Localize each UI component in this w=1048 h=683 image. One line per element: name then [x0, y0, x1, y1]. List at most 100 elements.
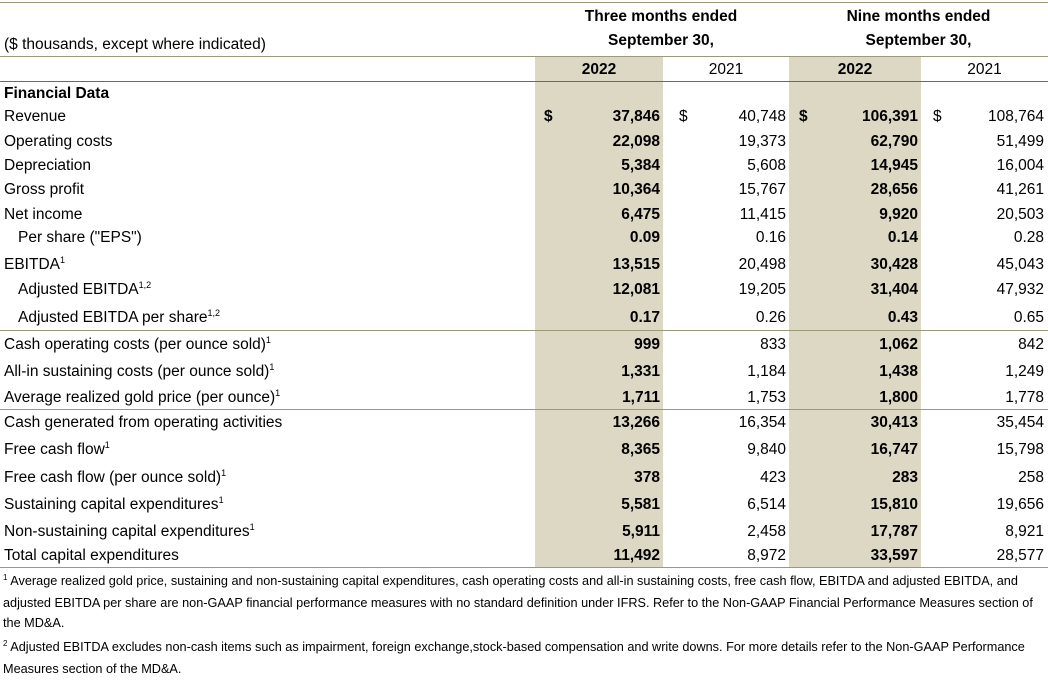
- table-cell: 8,921: [1005, 523, 1044, 540]
- row-label-text: Net income: [4, 206, 83, 223]
- row-label: Adjusted EBITDA per share1,2: [18, 308, 221, 328]
- row-label-text: Sustaining capital expenditures: [4, 496, 219, 513]
- table-cell: 12,081: [612, 281, 660, 298]
- row-label: Average realized gold price (per ounce)1: [4, 388, 280, 408]
- table-cell: 1,184: [747, 363, 786, 380]
- row-label: Cash operating costs (per ounce sold)1: [4, 335, 271, 355]
- table-cell: 999: [634, 336, 660, 353]
- table-cell: 17,787: [870, 523, 918, 540]
- row-label: All-in sustaining costs (per ounce sold)…: [4, 362, 275, 382]
- row-label-text: Cash operating costs (per ounce sold): [4, 336, 266, 353]
- table-cell: 10,364: [612, 181, 660, 198]
- footnote-ref: 1: [221, 468, 227, 478]
- footnote-ref: 1: [265, 335, 271, 345]
- financial-table: ($ thousands, except where indicated) Th…: [0, 0, 1048, 683]
- table-cell: 5,384: [621, 157, 660, 174]
- table-cell: 5,911: [622, 523, 660, 540]
- table-cell: 0.65: [1013, 309, 1044, 326]
- footnote-ref: 1: [104, 440, 110, 450]
- row-label-text: Free cash flow (per ounce sold): [4, 469, 222, 486]
- table-cell: 13,515: [612, 256, 660, 273]
- currency-symbol: $: [679, 108, 688, 125]
- footnote-ref: 1: [59, 255, 65, 265]
- row-label-text: Revenue: [4, 108, 67, 125]
- table-cell: 1,800: [879, 389, 918, 406]
- row-label-text: Non-sustaining capital expenditures: [4, 523, 250, 540]
- row-label: Revenue: [4, 108, 66, 126]
- table-cell: 37,846: [612, 108, 660, 125]
- table-cell: 6,475: [621, 206, 660, 223]
- rule-table-bottom: [0, 567, 1048, 568]
- table-cell: 33,597: [870, 547, 918, 564]
- table-cell: 45,043: [996, 256, 1044, 273]
- footnote-2: 2 Adjusted EBITDA excludes non-cash item…: [3, 637, 1043, 679]
- table-cell: 1,249: [1005, 363, 1044, 380]
- table-cell: 28,577: [996, 547, 1044, 564]
- row-label-text: Per share ("EPS"): [18, 229, 142, 246]
- row-label: Free cash flow1: [4, 440, 110, 460]
- table-cell: 13,266: [612, 414, 660, 431]
- table-cell: 9,920: [879, 206, 918, 223]
- table-cell: 22,098: [612, 133, 660, 150]
- footnote-ref: 1: [269, 362, 275, 372]
- row-label-text: Depreciation: [4, 157, 92, 174]
- row-label: Adjusted EBITDA1,2: [18, 280, 152, 300]
- footnote-ref: 1: [218, 495, 224, 505]
- currency-symbol: $: [933, 108, 942, 125]
- table-cell: 258: [1018, 469, 1044, 486]
- table-cell: 9,840: [747, 441, 786, 458]
- row-label-text: Free cash flow: [4, 441, 105, 458]
- footnote-text: Adjusted EBITDA excludes non-cash items …: [3, 640, 1025, 676]
- table-cell: 16,354: [738, 414, 786, 431]
- footnote-text: Average realized gold price, sustaining …: [3, 574, 1033, 630]
- table-cell: 842: [1018, 336, 1044, 353]
- table-cell: 14,945: [870, 157, 918, 174]
- footnote-marker: 2: [3, 639, 8, 648]
- row-label-text: Average realized gold price (per ounce): [4, 389, 276, 406]
- table-cell: 0.14: [887, 229, 918, 246]
- rule-header-years: [0, 81, 1048, 82]
- currency-symbol: $: [799, 108, 808, 125]
- table-cell: 19,656: [996, 496, 1044, 513]
- footnote-ref: 1,2: [207, 308, 221, 318]
- year-header-9m-2021: 2021: [967, 61, 1002, 78]
- row-label: Total capital expenditures: [4, 547, 179, 565]
- table-cell: 5,581: [621, 496, 660, 513]
- table-cell: 16,747: [870, 441, 918, 458]
- nine-months-header-line1: Nine months ended: [846, 8, 991, 25]
- table-cell: 378: [634, 469, 660, 486]
- year-header-3m-2021: 2021: [708, 61, 744, 78]
- table-cell: 28,656: [870, 181, 918, 198]
- row-label-text: Cash generated from operating activities: [4, 414, 283, 431]
- table-cell: 15,798: [996, 441, 1044, 458]
- table-cell: 1,711: [622, 389, 660, 406]
- rule-header-group: [0, 56, 1048, 57]
- row-label: Free cash flow (per ounce sold)1: [4, 468, 227, 488]
- year-header-9m-2022: 2022: [837, 61, 873, 78]
- table-cell: 30,413: [870, 414, 918, 431]
- table-cell: 20,498: [738, 256, 786, 273]
- row-label: Net income: [4, 206, 82, 224]
- table-cell: 31,404: [870, 281, 918, 298]
- table-cell: 0.09: [629, 229, 660, 246]
- table-cell: 5,608: [747, 157, 786, 174]
- row-label-text: EBITDA: [4, 256, 60, 273]
- table-cell: 8,972: [747, 547, 786, 564]
- row-label-text: Gross profit: [4, 181, 85, 198]
- footnote-ref: 1,2: [138, 280, 152, 290]
- table-cell: 62,790: [870, 133, 918, 150]
- table-cell: 6,514: [747, 496, 786, 513]
- table-cell: 0.16: [755, 229, 786, 246]
- row-label: Gross profit: [4, 181, 84, 199]
- table-cell: 0.43: [887, 309, 918, 326]
- table-cell: 8,365: [621, 441, 660, 458]
- table-cell: 106,391: [861, 108, 918, 125]
- table-cell: 1,778: [1005, 389, 1044, 406]
- table-cell: 41,261: [996, 181, 1044, 198]
- row-label-text: Operating costs: [4, 133, 113, 150]
- row-label-text: Adjusted EBITDA per share: [18, 309, 208, 326]
- row-label: EBITDA1: [4, 255, 65, 275]
- table-cell: 15,767: [738, 181, 786, 198]
- table-cell: 283: [892, 469, 918, 486]
- table-cell: 16,004: [996, 157, 1044, 174]
